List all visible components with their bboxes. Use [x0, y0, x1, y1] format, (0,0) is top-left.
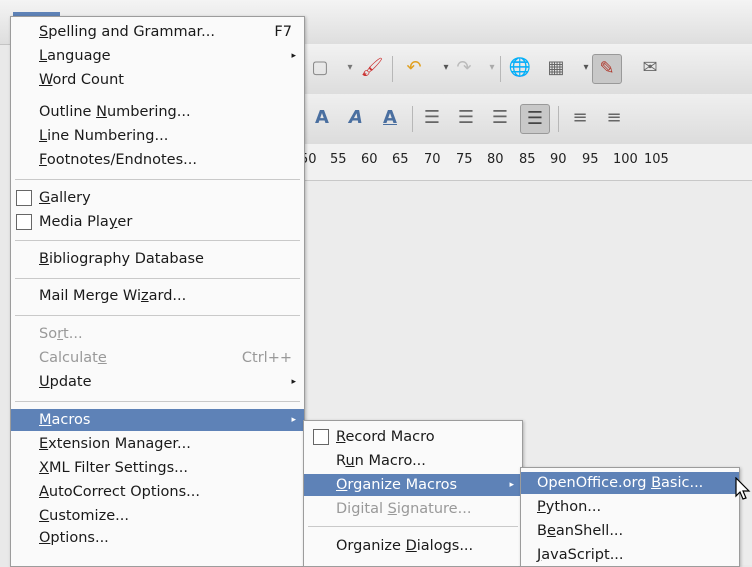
- menu-item-sort: Sort...: [39, 326, 83, 342]
- macros-submenu: Record Macro Run Macro... Organize Macro…: [303, 420, 523, 567]
- table-icon[interactable]: ▦: [542, 54, 570, 82]
- menu-item-extension-manager[interactable]: Extension Manager...: [11, 433, 304, 455]
- align-left-icon[interactable]: ☰: [418, 104, 446, 132]
- submenu-arrow-icon: ▸: [291, 377, 296, 387]
- hyperlink-icon[interactable]: 🌐: [506, 54, 534, 82]
- ruler-number: 70: [424, 152, 441, 167]
- submenu-arrow-icon: ▸: [509, 480, 514, 490]
- menu-item-javascript[interactable]: JavaScript...: [521, 544, 739, 566]
- menu-item-beanshell[interactable]: BeanShell...: [521, 520, 739, 542]
- ruler-number: 60: [361, 152, 378, 167]
- horizontal-ruler: 50 55 60 65 70 75 80 85 90 95 100 105: [300, 144, 752, 181]
- menu-item-run-macro[interactable]: Run Macro...: [304, 450, 522, 472]
- menu-item-autocorrect[interactable]: AutoCorrect Options...: [11, 481, 304, 503]
- undo-icon[interactable]: ↶: [400, 54, 428, 82]
- redo-icon[interactable]: ↷: [450, 54, 478, 82]
- ruler-number: 85: [519, 152, 536, 167]
- show-draw-functions-icon[interactable]: ✎: [592, 54, 622, 84]
- underline-icon[interactable]: A: [376, 104, 404, 132]
- menu-item-update[interactable]: Update ▸: [11, 371, 304, 393]
- navigator-icon[interactable]: ✉: [636, 54, 664, 82]
- paste-icon[interactable]: ▢: [306, 54, 334, 82]
- menu-item-language[interactable]: Language ▸: [11, 45, 304, 67]
- menu-item-record-macro[interactable]: Record Macro: [304, 426, 522, 448]
- bold-icon[interactable]: A: [308, 104, 336, 132]
- menu-item-xml-filter[interactable]: XML Filter Settings...: [11, 457, 304, 479]
- clone-formatting-icon[interactable]: 🖌: [358, 54, 386, 82]
- mouse-cursor-icon: [735, 477, 751, 500]
- ruler-number: 105: [644, 152, 669, 167]
- menu-item-calculate: Calculate Ctrl++: [39, 350, 292, 366]
- ruler-number: 55: [330, 152, 347, 167]
- tools-menu: Spelling and Grammar... F7 Language ▸ Word…: [10, 16, 305, 567]
- justify-icon[interactable]: ☰: [520, 104, 550, 134]
- italic-icon[interactable]: A: [342, 104, 370, 132]
- align-center-icon[interactable]: ☰: [452, 104, 480, 132]
- menu-item-line-numbering[interactable]: Line Numbering...: [11, 125, 304, 147]
- ruler-number: 100: [613, 152, 638, 167]
- menu-item-media-player[interactable]: Media Player: [11, 211, 304, 233]
- menu-item-organize-macros[interactable]: Organize Macros ▸: [304, 474, 522, 496]
- ruler-number: 80: [487, 152, 504, 167]
- formatting-toolbar: A A A ☰ ☰ ☰ ☰ ≡ ≡: [300, 94, 752, 145]
- gallery-checkbox[interactable]: [16, 190, 32, 206]
- bullets-icon[interactable]: ≡: [600, 104, 628, 132]
- menu-item-openoffice-basic[interactable]: OpenOffice.org Basic...: [521, 472, 739, 494]
- menu-item-customize[interactable]: Customize...: [11, 505, 304, 527]
- ruler-number: 65: [392, 152, 409, 167]
- menu-item-organize-dialogs[interactable]: Organize Dialogs...: [304, 535, 522, 557]
- menu-item-gallery[interactable]: Gallery: [11, 187, 304, 209]
- menu-item-macros[interactable]: Macros ▸: [11, 409, 304, 431]
- menu-item-spelling[interactable]: Spelling and Grammar... F7: [11, 21, 304, 43]
- submenu-arrow-icon: ▸: [291, 51, 296, 61]
- media-player-checkbox[interactable]: [16, 214, 32, 230]
- numbering-icon[interactable]: ≡: [566, 104, 594, 132]
- menu-item-footnotes[interactable]: Footnotes/Endnotes...: [11, 149, 304, 171]
- menu-item-digital-signature: Digital Signature...: [336, 501, 472, 517]
- menu-item-mail-merge[interactable]: Mail Merge Wizard...: [11, 285, 304, 307]
- submenu-arrow-icon: ▸: [291, 415, 296, 425]
- menu-item-python[interactable]: Python...: [521, 496, 739, 518]
- ruler-number: 95: [582, 152, 599, 167]
- menu-item-bibliography[interactable]: Bibliography Database: [11, 248, 304, 270]
- redo-dropdown-icon[interactable]: ▾: [478, 54, 506, 82]
- align-right-icon[interactable]: ☰: [486, 104, 514, 132]
- menu-item-word-count[interactable]: Word Count: [11, 69, 304, 91]
- organize-macros-submenu: OpenOffice.org Basic... Python... BeanSh…: [520, 467, 740, 567]
- ruler-number: 90: [550, 152, 567, 167]
- standard-toolbar: ▢ ▾ 🖌 ↶ ▾ ↷ ▾ 🌐 ▦ ▾ ✎ ✉: [300, 44, 752, 95]
- menu-item-options[interactable]: Options...: [11, 527, 304, 549]
- record-macro-checkbox[interactable]: [313, 429, 329, 445]
- ruler-number: 75: [456, 152, 473, 167]
- menu-item-outline-numbering[interactable]: Outline Numbering...: [11, 101, 304, 123]
